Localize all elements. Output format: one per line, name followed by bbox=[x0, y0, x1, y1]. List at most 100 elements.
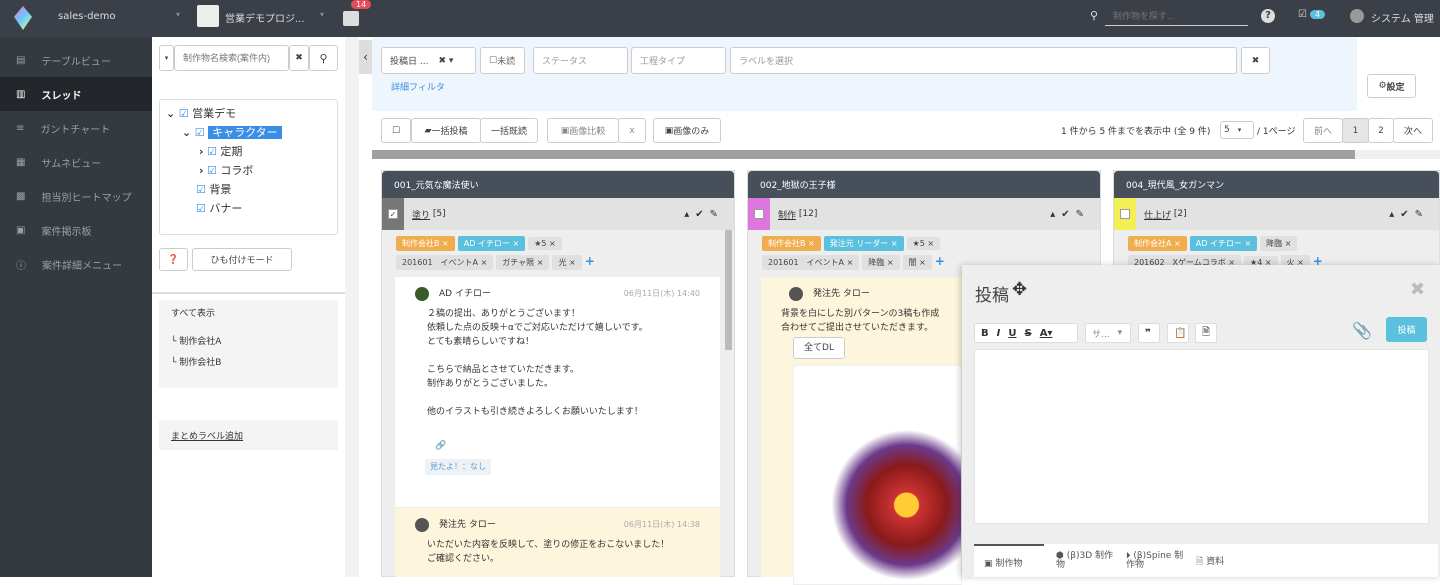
sidebar-item-detail-menu[interactable]: ⓘ 案件詳細メニュー bbox=[0, 247, 152, 281]
inbox-icon[interactable] bbox=[343, 11, 359, 26]
bulk-read-button[interactable]: 一括既読 bbox=[480, 118, 538, 143]
seen-badge[interactable]: 見たよ！：なし bbox=[425, 459, 491, 475]
quote-button[interactable]: ❞ bbox=[1138, 323, 1160, 343]
panel-scrollbar[interactable] bbox=[345, 37, 359, 577]
sidebar-item-table-view[interactable]: ▤ テーブルビュー bbox=[0, 43, 152, 77]
workspace-name[interactable]: sales-demo bbox=[58, 11, 115, 22]
status-filter[interactable]: ステータス bbox=[533, 47, 628, 74]
checkbox-icon[interactable]: ☑ bbox=[207, 164, 217, 177]
next-page-button[interactable]: 次へ bbox=[1393, 118, 1433, 143]
remove-tag-icon[interactable]: × bbox=[549, 239, 556, 248]
sidebar-item-board[interactable]: ▣ 案件掲示板 bbox=[0, 213, 152, 247]
add-summary-label-link[interactable]: まとめラベル追加 bbox=[159, 420, 338, 450]
column-header[interactable]: 002_地獄の王子様 bbox=[748, 171, 1100, 198]
paste-icon[interactable]: 📋 bbox=[1167, 323, 1189, 343]
underline-button[interactable]: U bbox=[1008, 328, 1016, 339]
user-menu[interactable]: システム 管理 bbox=[1371, 10, 1434, 25]
page-2-button[interactable]: 2 bbox=[1368, 118, 1394, 143]
checkbox-icon[interactable]: ☑ bbox=[195, 126, 205, 139]
column-header[interactable]: 001_元気な魔法使い bbox=[382, 171, 734, 198]
remove-tag-icon[interactable]: × bbox=[808, 239, 815, 248]
process-type-filter[interactable]: 工程タイプ bbox=[631, 47, 726, 74]
checkbox-icon[interactable]: ☑ bbox=[196, 202, 206, 215]
label-tag[interactable]: 201601 イベントA × bbox=[396, 255, 494, 270]
step-checkbox[interactable] bbox=[1114, 198, 1136, 230]
check-icon[interactable]: ✔ bbox=[695, 209, 709, 220]
remove-tag-icon[interactable]: × bbox=[919, 258, 926, 267]
group-item[interactable]: └ 制作会社A bbox=[171, 328, 326, 357]
label-tag[interactable]: ★5 × bbox=[906, 237, 941, 250]
remove-tag-icon[interactable]: × bbox=[569, 258, 576, 267]
label-tag[interactable]: 降臨 × bbox=[862, 255, 900, 270]
edit-icon[interactable]: ✎ bbox=[1415, 209, 1429, 220]
label-tag[interactable]: ガチャ限 × bbox=[496, 255, 550, 270]
remove-tag-icon[interactable]: × bbox=[1285, 239, 1292, 248]
remove-tag-icon[interactable]: × bbox=[442, 239, 449, 248]
user-avatar[interactable] bbox=[1350, 9, 1364, 23]
column-scrollbar[interactable] bbox=[725, 230, 732, 350]
label-tag[interactable]: 制作会社B × bbox=[762, 236, 821, 251]
tab-3d-artwork[interactable]: ⬢ (β)3D 制作物 bbox=[1044, 544, 1114, 577]
step-checkbox[interactable] bbox=[748, 198, 770, 230]
document-icon[interactable]: 🗎 bbox=[1195, 323, 1217, 343]
download-all-button[interactable]: 全てDL bbox=[793, 337, 845, 359]
submit-post-button[interactable]: 投稿 bbox=[1386, 317, 1427, 342]
step-checkbox[interactable]: ✓ bbox=[382, 198, 404, 230]
clear-search-button[interactable]: ✖ bbox=[289, 45, 309, 71]
project-name[interactable]: 営業デモプロジ... bbox=[225, 10, 305, 25]
remove-tag-icon[interactable]: × bbox=[1174, 239, 1181, 248]
bold-button[interactable]: B bbox=[981, 328, 989, 339]
page-1-button[interactable]: 1 bbox=[1342, 118, 1369, 143]
remove-tag-icon[interactable]: × bbox=[927, 239, 934, 248]
post-body-editor[interactable] bbox=[974, 349, 1429, 524]
font-color-button[interactable]: A▾ bbox=[1040, 328, 1053, 339]
remove-tag-icon[interactable]: × bbox=[512, 239, 519, 248]
collapse-icon[interactable]: ▴ bbox=[1389, 209, 1400, 220]
collapse-icon[interactable]: ▴ bbox=[1050, 209, 1061, 220]
tab-materials[interactable]: 🗎 資料 bbox=[1186, 544, 1246, 577]
item-search-input[interactable] bbox=[174, 45, 289, 71]
help-icon[interactable]: ? bbox=[1261, 9, 1275, 23]
select-all-checkbox[interactable]: ☐ bbox=[381, 118, 411, 143]
paperclip-icon[interactable]: 📎 bbox=[1352, 321, 1372, 340]
tree-node[interactable]: ⌄ ☑ 営業デモ bbox=[166, 104, 331, 123]
unread-filter-checkbox[interactable]: ☐ 未読 bbox=[480, 47, 525, 74]
prev-page-button[interactable]: 前へ bbox=[1303, 118, 1343, 143]
remove-tag-icon[interactable]: × bbox=[891, 239, 898, 248]
edit-icon[interactable]: ✎ bbox=[1076, 209, 1090, 220]
remove-tag-icon[interactable]: × bbox=[847, 258, 854, 267]
detail-filter-link[interactable]: 詳細フィルタ bbox=[391, 80, 445, 93]
tree-node[interactable]: › ☑ 定期 bbox=[166, 142, 331, 161]
attachment-link-icon[interactable]: 🔗 bbox=[415, 439, 700, 453]
step-name-link[interactable]: 仕上げ bbox=[1144, 208, 1171, 221]
tree-node[interactable]: ☑ バナー bbox=[166, 199, 331, 218]
remove-tag-icon[interactable]: × bbox=[481, 258, 488, 267]
tab-artwork[interactable]: ▣ 制作物 bbox=[974, 544, 1044, 577]
collapse-icon[interactable]: ▴ bbox=[684, 209, 695, 220]
image-compare-button[interactable]: ▣ 画像比較 bbox=[547, 118, 619, 143]
sidebar-item-thumbnail[interactable]: ▦ サムネビュー bbox=[0, 145, 152, 179]
tree-node[interactable]: › ☑ コラボ bbox=[166, 161, 331, 180]
remove-tag-icon[interactable]: × bbox=[1244, 239, 1251, 248]
search-scope-dropdown[interactable]: ▾ bbox=[159, 45, 174, 71]
label-tag[interactable]: 制作会社A × bbox=[1128, 236, 1187, 251]
font-select[interactable]: サ... ▾ bbox=[1085, 323, 1131, 343]
check-icon[interactable]: ✔ bbox=[1061, 209, 1075, 220]
sidebar-item-thread[interactable]: ▥ スレッド bbox=[0, 77, 152, 111]
per-page-select[interactable]: 5 ▾ bbox=[1220, 121, 1254, 139]
collapse-panel-button[interactable]: ‹ bbox=[359, 40, 372, 74]
label-filter[interactable]: ラベルを選択 bbox=[730, 47, 1237, 74]
step-name-link[interactable]: 塗り bbox=[412, 208, 430, 221]
label-tag[interactable]: 光 × bbox=[552, 255, 582, 270]
sidebar-item-gantt[interactable]: ≡ ガントチャート bbox=[0, 111, 152, 145]
label-tag[interactable]: 制作会社B × bbox=[396, 236, 455, 251]
scrollbar-thumb[interactable] bbox=[372, 150, 1355, 159]
strike-button[interactable]: S bbox=[1024, 328, 1031, 339]
group-item[interactable]: └ 制作会社B bbox=[171, 357, 326, 369]
workspace-dropdown-icon[interactable]: ▾ bbox=[176, 10, 180, 19]
check-icon[interactable]: ✔ bbox=[1400, 209, 1414, 220]
compare-clear-button[interactable]: x bbox=[618, 118, 646, 143]
tree-node[interactable]: ⌄ ☑ キャラクター bbox=[166, 123, 331, 142]
project-dropdown-icon[interactable]: ▾ bbox=[320, 10, 324, 19]
link-mode-button[interactable]: ひも付けモード bbox=[192, 248, 292, 271]
